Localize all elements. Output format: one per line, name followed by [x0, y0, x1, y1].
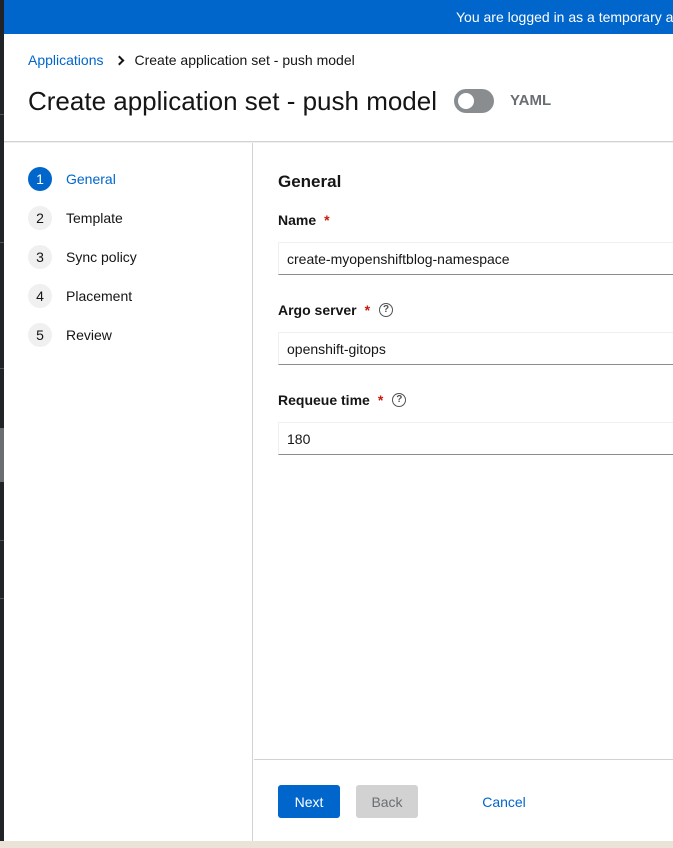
help-icon[interactable]: ?	[392, 393, 407, 407]
requeue-time-input[interactable]	[278, 422, 673, 455]
step-label: Review	[66, 327, 112, 343]
page-header: Applications Create application set - pu…	[4, 34, 673, 142]
breadcrumb-current: Create application set - push model	[134, 52, 355, 68]
chevron-right-icon	[114, 55, 124, 65]
step-number: 4	[28, 284, 52, 308]
wizard-footer: Next Back Cancel	[254, 759, 673, 841]
wizard-nav: 1 General 2 Template 3 Sync policy 4 Pla…	[4, 143, 253, 841]
required-marker: *	[364, 302, 371, 318]
bottom-window-edge	[0, 841, 673, 848]
temporary-user-banner: You are logged in as a temporary ad	[4, 0, 673, 34]
breadcrumb-applications-link[interactable]: Applications	[28, 52, 104, 68]
argo-server-field-label: Argo server * ?	[278, 302, 394, 318]
requeue-time-field-label: Requeue time * ?	[278, 392, 407, 408]
cancel-button[interactable]: Cancel	[466, 785, 542, 818]
section-title: General	[278, 172, 342, 191]
toggle-knob	[458, 93, 474, 109]
name-field-label: Name *	[278, 212, 330, 228]
wizard-step-sync-policy[interactable]: 3 Sync policy	[28, 245, 137, 269]
yaml-toggle[interactable]	[454, 89, 494, 113]
wizard: 1 General 2 Template 3 Sync policy 4 Pla…	[4, 143, 673, 841]
argo-server-input[interactable]	[278, 332, 673, 365]
step-number: 5	[28, 323, 52, 347]
step-number: 3	[28, 245, 52, 269]
banner-text: You are logged in as a temporary ad	[456, 9, 673, 25]
step-number: 1	[28, 167, 52, 191]
requeue-time-label-text: Requeue time	[278, 392, 370, 408]
required-marker: *	[377, 392, 384, 408]
step-number: 2	[28, 206, 52, 230]
yaml-toggle-label: YAML	[510, 92, 552, 109]
name-label-text: Name	[278, 212, 317, 228]
next-button[interactable]: Next	[278, 785, 340, 818]
wizard-step-placement[interactable]: 4 Placement	[28, 284, 132, 308]
help-icon[interactable]: ?	[379, 303, 394, 317]
page-title: Create application set - push model	[28, 86, 438, 116]
argo-server-label-text: Argo server	[278, 302, 357, 318]
step-label: General	[66, 171, 116, 187]
breadcrumb: Applications Create application set - pu…	[28, 52, 355, 68]
wizard-step-review[interactable]: 5 Review	[28, 323, 112, 347]
wizard-step-general[interactable]: 1 General	[28, 167, 116, 191]
wizard-step-template[interactable]: 2 Template	[28, 206, 123, 230]
step-label: Template	[66, 210, 123, 226]
back-button[interactable]: Back	[356, 785, 418, 818]
name-input[interactable]	[278, 242, 673, 275]
required-marker: *	[324, 212, 330, 228]
wizard-body: General Name * Argo server * ? Requeue t…	[254, 143, 673, 759]
step-label: Placement	[66, 288, 133, 304]
step-label: Sync policy	[66, 249, 137, 265]
